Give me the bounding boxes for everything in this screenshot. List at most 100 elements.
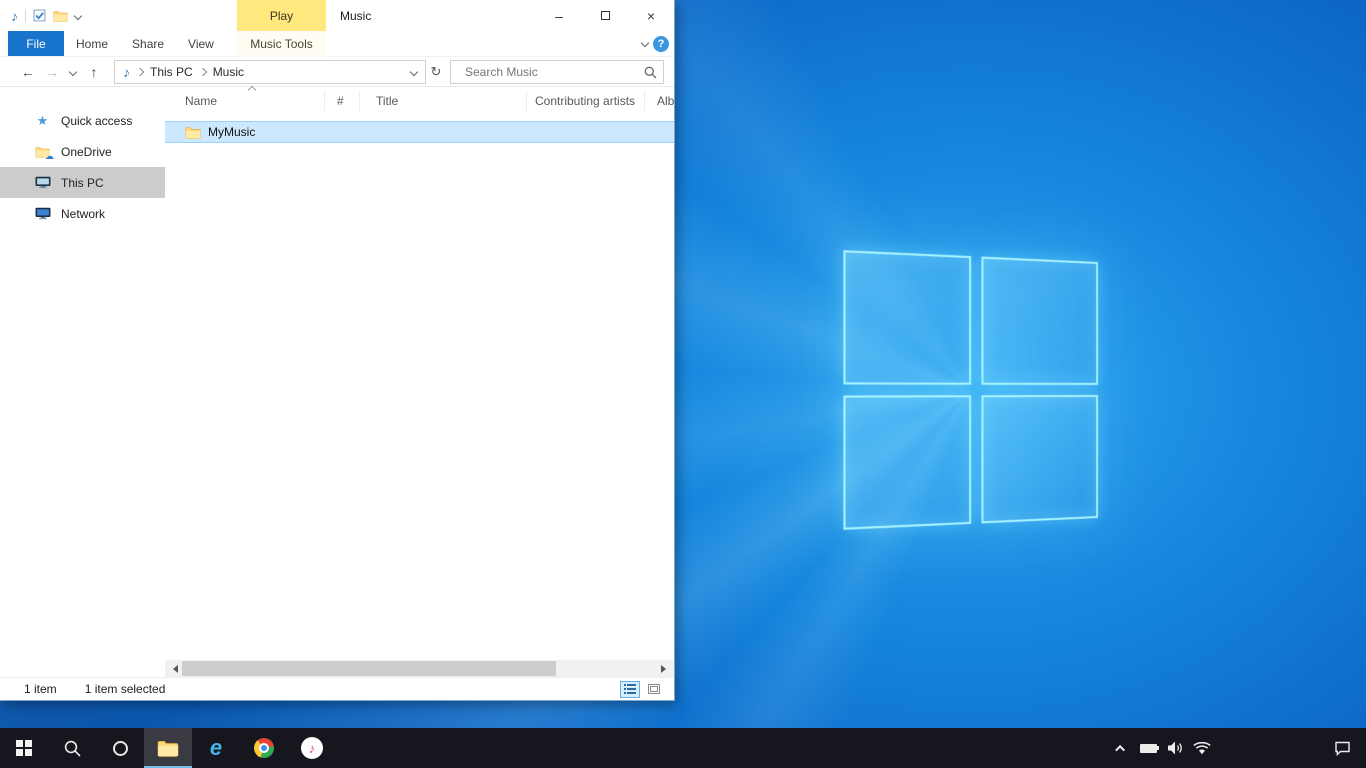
start-button[interactable] (0, 728, 48, 768)
window-controls: – × (536, 0, 674, 31)
status-bar: 1 item 1 item selected (0, 677, 674, 700)
contextual-tab-play[interactable]: Play (237, 0, 326, 31)
onedrive-icon: ☁ (34, 146, 51, 158)
tab-share[interactable]: Share (120, 31, 176, 56)
up-button[interactable]: ↑ (82, 64, 106, 80)
wifi-icon (1193, 742, 1211, 755)
volume-indicator[interactable] (1166, 728, 1184, 768)
show-hidden-icons-button[interactable] (1112, 728, 1130, 768)
sidebar-item-onedrive[interactable]: ☁ OneDrive (0, 136, 165, 167)
windows-logo (843, 250, 1098, 530)
network-icon (34, 207, 51, 220)
column-header-title[interactable]: Title (360, 91, 527, 111)
cloud-icon: ☁ (45, 152, 54, 161)
title-bar: ♪ Play Music – × (0, 0, 674, 31)
column-label: Name (185, 94, 217, 108)
recent-locations-chevron-icon[interactable] (64, 69, 82, 75)
music-player-icon: ♪ (301, 737, 323, 759)
search-icon[interactable] (644, 66, 657, 82)
breadcrumb-music[interactable]: Music (213, 65, 244, 79)
separator (25, 9, 26, 23)
windows-logo-pane (843, 250, 971, 385)
item-count: 1 item (24, 682, 57, 696)
tab-home[interactable]: Home (64, 31, 120, 56)
column-header-album[interactable]: Alb (645, 91, 674, 111)
battery-indicator[interactable] (1139, 728, 1157, 768)
breadcrumb-this-pc[interactable]: This PC (150, 65, 193, 79)
refresh-button[interactable]: ↻ (426, 64, 446, 80)
sidebar-item-label: This PC (61, 176, 104, 190)
navigation-pane: ★ Quick access ☁ OneDrive This PC (0, 87, 165, 677)
ribbon-collapse-chevron-icon[interactable] (641, 39, 649, 47)
windows-logo-pane (981, 395, 1098, 523)
forward-button[interactable]: → (40, 64, 64, 80)
windows-logo-pane (843, 395, 971, 530)
tab-view[interactable]: View (176, 31, 226, 56)
ribbon-tab-row: File Home Share View Music Tools ? (0, 31, 674, 57)
details-view-button[interactable] (620, 681, 640, 698)
sort-ascending-icon (248, 86, 256, 94)
address-bar-row: ← → ↑ ♪ This PC Music ↻ (0, 57, 674, 87)
maximize-button[interactable] (582, 0, 628, 31)
address-dropdown-chevron-icon[interactable] (410, 67, 418, 75)
sidebar-item-network[interactable]: Network (0, 198, 165, 229)
column-header-number[interactable]: # (325, 91, 360, 111)
scroll-right-arrow-icon[interactable] (657, 660, 674, 677)
selection-status: 1 item selected (85, 682, 166, 696)
sidebar-item-label: Quick access (61, 114, 132, 128)
properties-check-icon[interactable] (33, 9, 46, 22)
cortana-icon (113, 741, 128, 756)
sidebar-item-label: Network (61, 207, 105, 221)
quick-access-toolbar: ♪ (0, 9, 81, 23)
chevron-up-icon (1115, 744, 1125, 754)
breadcrumb-chevron-icon[interactable] (198, 67, 206, 75)
new-folder-icon[interactable] (53, 10, 68, 22)
minimize-button[interactable]: – (536, 0, 582, 31)
address-box[interactable]: ♪ This PC Music (114, 60, 426, 84)
windows-logo-pane (981, 257, 1098, 385)
search-icon (64, 740, 81, 757)
column-label: Alb (657, 94, 674, 108)
column-header-contributing-artists[interactable]: Contributing artists (527, 91, 645, 111)
network-indicator[interactable] (1193, 728, 1211, 768)
help-button[interactable]: ? (653, 36, 669, 52)
column-header-name[interactable]: Name (165, 91, 325, 111)
close-button[interactable]: × (628, 0, 674, 31)
scrollbar-thumb[interactable] (182, 661, 556, 676)
chrome-icon (254, 738, 274, 758)
sidebar-item-label: OneDrive (61, 145, 112, 159)
window-title: Music (340, 0, 371, 31)
search-box (450, 60, 664, 84)
internet-explorer-button[interactable]: e (192, 728, 240, 768)
customize-toolbar-chevron-icon[interactable] (74, 11, 82, 19)
column-label: Contributing artists (535, 94, 635, 108)
file-list-pane: Name # Title Contributing artists Alb (165, 87, 674, 677)
column-header-row: Name # Title Contributing artists Alb (165, 87, 674, 115)
tab-music-tools[interactable]: Music Tools (237, 31, 326, 57)
system-tray (1112, 728, 1211, 768)
breadcrumb-chevron-icon[interactable] (136, 67, 144, 75)
speaker-icon (1167, 741, 1183, 755)
column-label: Title (376, 94, 398, 108)
chrome-button[interactable] (240, 728, 288, 768)
file-row-mymusic[interactable]: MyMusic (165, 121, 674, 143)
tab-file[interactable]: File (8, 31, 64, 56)
windows-start-icon (16, 740, 32, 756)
sidebar-item-this-pc[interactable]: This PC (0, 167, 165, 198)
view-toggle-buttons (620, 681, 664, 698)
large-icons-view-button[interactable] (644, 681, 664, 698)
back-button[interactable]: ← (16, 64, 40, 80)
sidebar-item-quick-access[interactable]: ★ Quick access (0, 105, 165, 136)
folder-icon (185, 126, 201, 139)
music-player-button[interactable]: ♪ (288, 728, 336, 768)
scroll-left-arrow-icon[interactable] (165, 660, 182, 677)
internet-explorer-icon: e (210, 737, 222, 759)
cortana-button[interactable] (96, 728, 144, 768)
taskbar-file-explorer-button[interactable] (144, 728, 192, 768)
battery-icon (1140, 744, 1157, 753)
taskbar-search-button[interactable] (48, 728, 96, 768)
horizontal-scrollbar[interactable] (165, 660, 674, 677)
search-input[interactable] (451, 61, 663, 83)
action-center-button[interactable] (1334, 728, 1351, 768)
star-icon: ★ (34, 114, 51, 127)
